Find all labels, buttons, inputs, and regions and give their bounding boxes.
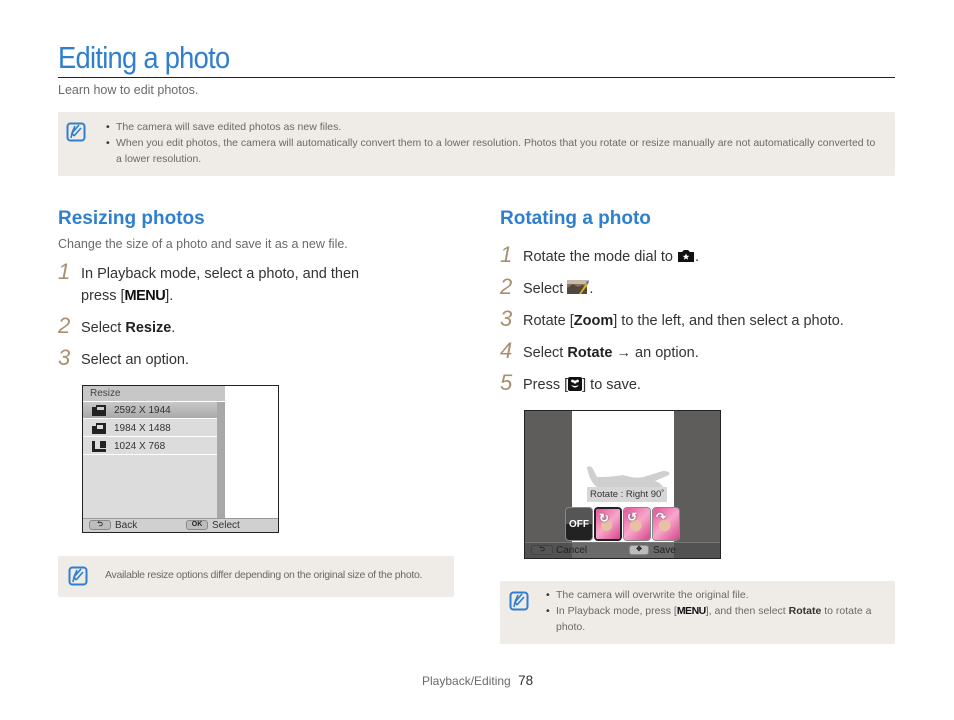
ok-key-icon[interactable]: OK (186, 520, 208, 530)
step-number: 2 (500, 274, 513, 299)
page-title: Editing a photo (58, 40, 230, 75)
rotate-screen-footer: ⮌ Cancel ✥ Save (525, 542, 720, 558)
resize-5m-icon (92, 405, 106, 416)
macro-flower-icon (568, 377, 583, 391)
step-number: 2 (58, 313, 71, 338)
rotate-note-item: In Playback mode, press [MENU], and then… (546, 603, 886, 635)
step-number: 3 (500, 306, 513, 331)
step-text: Select an option. (81, 352, 190, 368)
step-text: Select . (523, 280, 594, 297)
step-text: Select Rotate → an option. (523, 345, 699, 361)
resize-option-1984[interactable]: 1984 X 1488 (83, 420, 217, 437)
rotate-note-item: The camera will overwrite the original f… (546, 587, 886, 603)
resize-screen: Resize 2592 X 1944 1984 X 1488 1024 X 76… (82, 385, 279, 533)
photo-edit-icon (567, 280, 590, 294)
save-label: Save (653, 545, 676, 556)
step-text: Select Resize. (81, 320, 176, 336)
step-number: 1 (500, 242, 513, 267)
menu-key: MENU (676, 605, 706, 617)
rotating-section-title: Rotating a photo (500, 208, 651, 229)
rotate-option-off[interactable]: OFF (565, 507, 593, 541)
top-note-item: When you edit photos, the camera will au… (106, 135, 881, 167)
top-note-item: The camera will save edited photos as ne… (106, 119, 881, 135)
rotate-right-icon: ↻ (599, 511, 610, 525)
step-text: Rotate the mode dial to . (523, 249, 699, 265)
resize-note-box: Available resize options differ dependin… (58, 556, 454, 597)
resizing-section-title: Resizing photos (58, 208, 205, 229)
resize-step-1: 1 In Playback mode, select a photo, and … (58, 259, 388, 307)
resizing-description: Change the size of a photo and save it a… (58, 237, 348, 251)
title-divider (58, 77, 895, 78)
note-pencil-icon (68, 566, 88, 586)
back-arrow-icon[interactable]: ⮌ (89, 520, 111, 530)
step-number: 3 (58, 345, 71, 370)
step-number: 5 (500, 370, 513, 395)
back-arrow-icon[interactable]: ⮌ (531, 545, 553, 555)
resize-scrollbar[interactable] (217, 402, 225, 518)
arrow-right-icon: → (612, 345, 636, 361)
step-number: 1 (58, 259, 71, 284)
page-subtitle: Learn how to edit photos. (58, 83, 199, 97)
back-label: Back (115, 520, 138, 531)
resize-screen-footer: ⮌ Back OK Select (83, 518, 278, 532)
rotate-note-box: The camera will overwrite the original f… (500, 581, 895, 644)
note-pencil-icon (66, 122, 86, 142)
rotate-left-icon: ↺ (627, 510, 638, 524)
step-text: Rotate [Zoom] to the left, and then sele… (523, 313, 844, 329)
menu-key: MENU (124, 288, 166, 304)
step-text: In Playback mode, select a photo, and th… (81, 266, 360, 304)
footer-section: Playback/Editing (422, 674, 511, 688)
rotate-option-180[interactable]: ↷ (652, 507, 680, 541)
note-pencil-icon (509, 591, 529, 611)
resize-option-1024[interactable]: 1024 X 768 (83, 438, 217, 455)
rotate-option-right-90[interactable]: ↻ (594, 507, 622, 541)
resize-1m-icon (92, 441, 106, 452)
resize-option-2592[interactable]: 2592 X 1944 (83, 402, 217, 419)
rotate-option-left-90[interactable]: ↺ (623, 507, 651, 541)
top-note-box: The camera will save edited photos as ne… (58, 112, 895, 176)
dpad-icon[interactable]: ✥ (629, 545, 649, 555)
resize-3m-icon (92, 423, 106, 434)
rotate-screen: Rotate : Right 90˚ OFF ↻ ↺ ↷ ⮌ Cancel ✥ … (524, 410, 721, 559)
rotate-180-icon: ↷ (656, 510, 667, 524)
resize-note-text: Available resize options differ dependin… (105, 569, 423, 581)
cancel-label: Cancel (556, 545, 588, 556)
step-text: Press [] to save. (523, 377, 641, 393)
resize-menu-header: Resize (83, 386, 225, 402)
camera-star-icon (677, 250, 694, 262)
rotate-options: OFF ↻ ↺ ↷ (565, 507, 685, 543)
rotate-label: Rotate : Right 90˚ (587, 487, 668, 502)
page-number: 78 (518, 673, 534, 688)
step-number: 4 (500, 338, 513, 363)
select-label: Select (212, 520, 240, 531)
page-footer: Playback/Editing 78 (422, 673, 533, 688)
